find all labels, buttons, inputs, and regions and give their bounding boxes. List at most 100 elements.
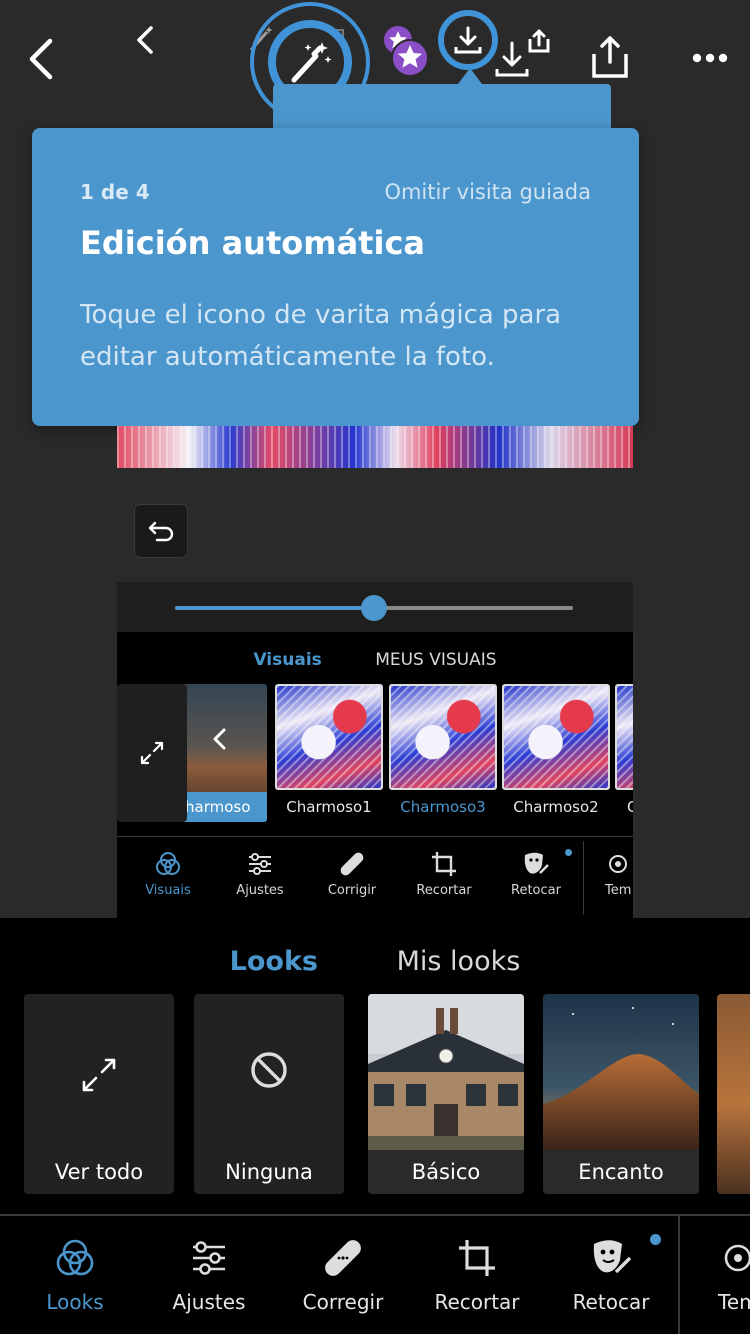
e-nav-ajustes[interactable]: Ajustes: [214, 851, 306, 898]
bandage-icon: [340, 852, 364, 876]
embedded-tabs: Visuais MEUS VISUAIS: [117, 650, 633, 670]
nav-templates[interactable]: Tem: [700, 1238, 750, 1314]
nav-label: Retocar: [572, 1290, 650, 1314]
e-nav-label: Recortar: [416, 883, 472, 898]
divider: [583, 841, 584, 915]
nav-label: Tem: [718, 1290, 750, 1314]
divider: [678, 1216, 680, 1334]
look-ver-todo[interactable]: Ver todo: [24, 994, 174, 1194]
thumb-image: [615, 684, 633, 790]
sliders-icon: [193, 1241, 225, 1275]
template-icon: [724, 1244, 750, 1272]
look-label: Básico: [368, 1150, 524, 1194]
none-icon: [251, 1052, 287, 1088]
look-label: Ninguna: [225, 1160, 313, 1184]
download-alt-icon: [495, 29, 550, 77]
photo-preview: [117, 426, 633, 468]
thumb-image: [275, 684, 383, 790]
guided-tour-tooltip: 1 de 4 Omitir visita guiada Edición auto…: [32, 128, 639, 426]
thumb-label: Charmoso3: [400, 798, 486, 816]
e-nav-label: Ajustes: [236, 883, 284, 898]
crop-icon: [459, 1240, 495, 1276]
intensity-slider-area: [117, 582, 633, 632]
tab-visuais[interactable]: Visuais: [253, 650, 321, 670]
premium-badge[interactable]: [382, 24, 432, 78]
e-nav-label: Corrigir: [327, 883, 377, 898]
tooltip-body: Toque el icono de varita mágica para edi…: [80, 300, 562, 372]
look-label: Encanto: [543, 1150, 699, 1194]
nav-retocar[interactable]: Retocar: [544, 1238, 678, 1314]
retouch-icon: [593, 1240, 632, 1274]
retouch-icon: [524, 852, 549, 874]
tooltip-pointer: [458, 68, 482, 84]
back-small-button[interactable]: [128, 22, 162, 58]
embedded-toolbar: Visuais Ajustes Corrigir Recortar Retoca…: [117, 836, 633, 918]
looks-icon: [56, 1239, 94, 1276]
thumb-label: Charmoso1: [286, 798, 372, 816]
download-button[interactable]: [438, 10, 498, 70]
nav-label: Corregir: [302, 1290, 384, 1314]
premium-star-icon: [384, 26, 429, 77]
nav-label: Ajustes: [172, 1290, 246, 1314]
e-nav-recortar[interactable]: Recortar: [398, 851, 490, 898]
tab-mis-looks[interactable]: Mis looks: [397, 946, 521, 977]
undo-icon: [148, 521, 174, 542]
bandage-icon: [325, 1240, 361, 1276]
more-options-button[interactable]: [686, 40, 734, 76]
magic-wand-icon: [291, 42, 332, 83]
new-badge-dot: [650, 1234, 661, 1245]
nav-looks[interactable]: Looks: [8, 1238, 142, 1314]
intensity-slider[interactable]: [175, 595, 573, 621]
skip-tour-link[interactable]: Omitir visita guiada: [384, 180, 591, 204]
back-button[interactable]: [18, 34, 64, 84]
tooltip-title: Edición automática: [80, 224, 425, 262]
e-nav-corrigir[interactable]: Corrigir: [306, 851, 398, 898]
e-nav-templates[interactable]: Tem: [605, 851, 633, 898]
e-nav-visuais[interactable]: Visuais: [122, 851, 214, 898]
tab-meus-visuais[interactable]: MEUS VISUAIS: [375, 650, 496, 670]
thumb-image: [502, 684, 610, 790]
share-button[interactable]: [586, 32, 634, 82]
thumb-label: Charmoso2: [513, 798, 599, 816]
look-thumbnail: [368, 994, 524, 1150]
slider-knob[interactable]: [361, 595, 387, 621]
back-small-icon: [137, 26, 153, 54]
look-ninguna[interactable]: Ninguna: [194, 994, 344, 1194]
chevron-left-icon[interactable]: [205, 724, 235, 754]
share-icon: [592, 36, 628, 78]
thumb-charmoso3[interactable]: Charmoso3: [389, 684, 497, 822]
nav-label: Looks: [46, 1290, 104, 1314]
download-icon: [454, 26, 482, 54]
nav-corregir[interactable]: Corregir: [276, 1238, 410, 1314]
expand-button[interactable]: [117, 684, 187, 822]
looks-icon: [156, 852, 180, 875]
looks-panel: Looks Mis looks Ver todo Ninguna Básico …: [0, 918, 750, 1214]
e-nav-label: Retocar: [511, 883, 561, 898]
expand-icon: [140, 741, 164, 765]
expand-icon: [82, 1058, 116, 1092]
nav-recortar[interactable]: Recortar: [410, 1238, 544, 1314]
nav-ajustes[interactable]: Ajustes: [142, 1238, 276, 1314]
bottom-navigation: Looks Ajustes Corregir Recortar Retocar …: [0, 1214, 750, 1334]
thumb-partial[interactable]: C: [615, 684, 633, 822]
crop-icon: [432, 852, 456, 876]
thumb-charmoso1[interactable]: Charmoso1: [275, 684, 383, 822]
undo-button[interactable]: [134, 504, 188, 558]
thumb-charmoso2[interactable]: Charmoso2: [502, 684, 610, 822]
template-icon: [609, 855, 627, 873]
download-alt-button[interactable]: [490, 28, 554, 80]
more-icon: [692, 53, 728, 63]
nav-label: Recortar: [434, 1290, 520, 1314]
e-nav-retocar[interactable]: Retocar: [490, 851, 582, 898]
embedded-screenshot: Visuais MEUS VISUAIS harmoso Charmoso1 C…: [117, 582, 633, 918]
look-encanto[interactable]: Encanto: [543, 994, 699, 1194]
thumb-image: [389, 684, 497, 790]
sliders-icon: [249, 853, 271, 875]
look-basico[interactable]: Básico: [368, 994, 524, 1194]
look-partial[interactable]: [717, 994, 750, 1194]
looks-tabs: Looks Mis looks: [0, 946, 750, 977]
e-nav-label: Tem: [605, 883, 632, 898]
back-icon: [29, 38, 53, 80]
tour-step: 1 de 4: [80, 180, 150, 204]
tab-looks[interactable]: Looks: [230, 946, 318, 977]
